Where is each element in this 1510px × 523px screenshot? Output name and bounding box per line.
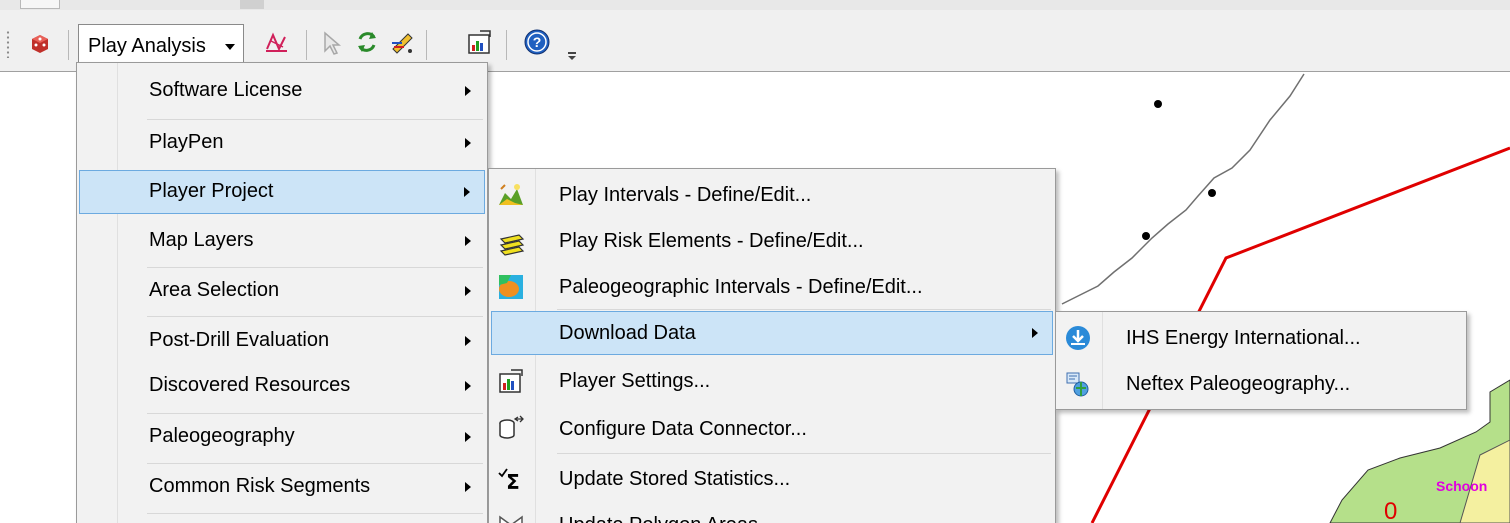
menu-item-label: Neftex Paleogeography... (1126, 373, 1351, 395)
menu-item-neftex-paleogeography[interactable]: Neftex Paleogeography... (1058, 362, 1464, 406)
refresh-cycle-icon[interactable] (352, 27, 382, 57)
menu-item-label: Paleogeographic Intervals - Define/Edit.… (559, 276, 923, 298)
submenu-arrow-icon (465, 432, 471, 442)
toolbar-separator (506, 30, 507, 60)
menu-item-label: Update Polygon Areas (559, 514, 758, 523)
menu-item-map-layers[interactable]: Map Layers (79, 219, 485, 263)
menu-item-label: Discovered Resources (149, 374, 351, 396)
menu-item-common-risk-segments[interactable]: Common Risk Segments (79, 465, 485, 509)
menu-item-label: Download Data (559, 322, 696, 344)
menu-item-paleogeography[interactable]: Paleogeography (79, 415, 485, 459)
menu-item-player-settings[interactable]: Player Settings... (491, 359, 1053, 403)
menu-item-label: Post-Drill Evaluation (149, 329, 330, 351)
map-well-point[interactable] (1142, 232, 1150, 240)
menu-item-software-license[interactable]: Software License (79, 69, 485, 113)
menu-item-play-risk-elements[interactable]: Play Risk Elements - Define/Edit... (491, 219, 1053, 263)
submenu-arrow-icon (464, 187, 470, 197)
submenu-arrow-icon (465, 286, 471, 296)
polygon-icon (497, 511, 525, 523)
menu-item-label: PlayPen (149, 131, 224, 153)
play-intervals-icon (497, 181, 525, 209)
menu-item-post-drill-evaluation[interactable]: Post-Drill Evaluation (79, 319, 485, 363)
menu-item-label: Play Intervals - Define/Edit... (559, 184, 812, 206)
menu-item-area-selection[interactable]: Area Selection (79, 269, 485, 313)
menu-item-label: Common Risk Segments (149, 475, 371, 497)
play-analysis-menu: Software License PlayPen Player Project … (76, 62, 488, 523)
database-connector-icon (497, 413, 525, 441)
menu-item-label: Player Settings... (559, 370, 711, 392)
toolbar-separator (306, 30, 307, 60)
toolbar-grip[interactable] (6, 30, 10, 58)
menu-item-label: Play Risk Elements - Define/Edit... (559, 230, 864, 252)
map-well-point[interactable] (1154, 100, 1162, 108)
settings-chart-icon (497, 367, 525, 395)
toolbar-overflow-icon[interactable] (568, 52, 576, 60)
toolbar-separator (68, 30, 69, 60)
neftex-icon (1064, 370, 1092, 398)
menu-item-update-polygon-areas[interactable]: Update Polygon Areas (491, 503, 1053, 523)
toolbar-separator (426, 30, 427, 60)
menu-item-label: Area Selection (149, 279, 280, 301)
menu-item-paleogeographic-intervals[interactable]: Paleogeographic Intervals - Define/Edit.… (491, 265, 1053, 309)
menu-item-player-project[interactable]: Player Project (79, 170, 485, 214)
map-well-point[interactable] (1208, 189, 1216, 197)
menu-item-download-data[interactable]: Download Data (491, 311, 1053, 355)
menu-item-label: Update Stored Statistics... (559, 468, 791, 490)
menu-item-configure-data-connector[interactable]: Configure Data Connector... (491, 407, 1053, 451)
menu-item-label: Player Project (149, 180, 274, 202)
menu-item-update-stored-statistics[interactable]: Σ Update Stored Statistics... (491, 457, 1053, 501)
chevron-down-icon (225, 44, 235, 50)
download-circle-icon (1064, 324, 1092, 352)
map-coastline (1061, 73, 1305, 305)
menu-item-label: Map Layers (149, 229, 254, 251)
menu-item-ihs-energy-international[interactable]: IHS Energy International... (1058, 316, 1464, 360)
paleogeography-icon (497, 273, 525, 301)
svg-text:?: ? (533, 34, 542, 50)
submenu-arrow-icon (465, 86, 471, 96)
map-label: Schoon (1436, 478, 1488, 494)
menu-item-play-intervals[interactable]: Play Intervals - Define/Edit... (491, 173, 1053, 217)
toolbar-top-strip (0, 0, 1510, 10)
sigma-icon: Σ (497, 465, 525, 493)
menu-item-playpen[interactable]: PlayPen (79, 121, 485, 165)
dice-icon[interactable] (26, 27, 56, 57)
menu-item-label: Configure Data Connector... (559, 418, 807, 440)
map-value-label: 0 (1384, 498, 1398, 523)
svg-text:Σ: Σ (506, 470, 520, 493)
download-data-submenu: IHS Energy International... Neftex Paleo… (1055, 311, 1467, 410)
settings-chart-icon[interactable] (464, 27, 494, 57)
submenu-arrow-icon (465, 336, 471, 346)
menu-item-label: Paleogeography (149, 425, 295, 447)
player-project-submenu: Play Intervals - Define/Edit... Play Ris… (488, 168, 1056, 523)
play-analysis-label: Play Analysis (88, 35, 206, 57)
menu-item-label: Software License (149, 79, 303, 101)
menu-item-discovered-resources[interactable]: Discovered Resources (79, 364, 485, 408)
submenu-arrow-icon (465, 236, 471, 246)
submenu-arrow-icon (465, 138, 471, 148)
submenu-arrow-icon (465, 381, 471, 391)
menu-item-label: IHS Energy International... (1126, 327, 1361, 349)
pointer-select-icon[interactable] (316, 27, 346, 57)
help-icon[interactable]: ? (522, 27, 552, 57)
risk-layers-icon (497, 229, 525, 257)
cross-section-icon[interactable] (261, 27, 291, 57)
edit-pencil-icon[interactable] (388, 27, 418, 57)
submenu-arrow-icon (1032, 328, 1038, 338)
submenu-arrow-icon (465, 482, 471, 492)
